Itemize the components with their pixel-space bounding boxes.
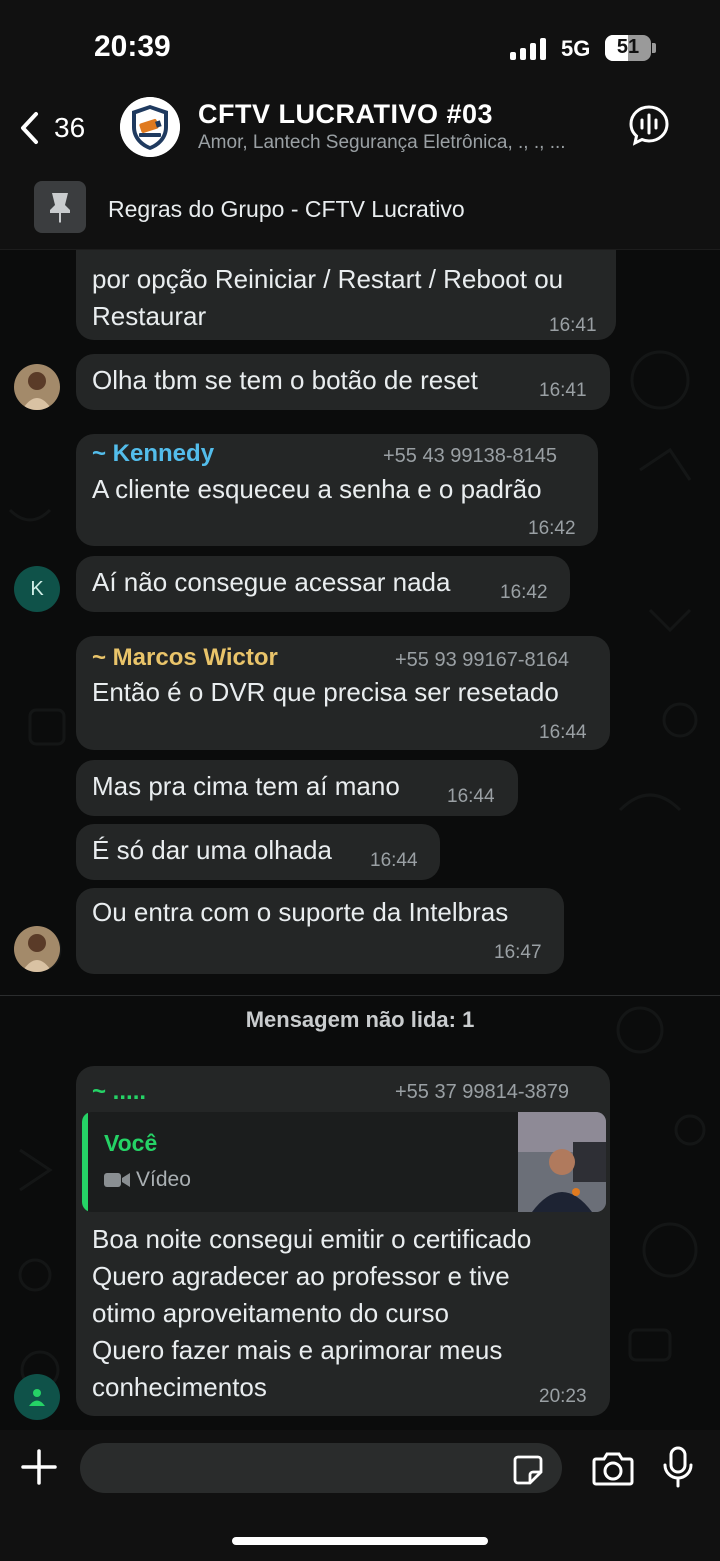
status-bar: 20:39 5G 51: [0, 0, 720, 96]
message-time: 16:44: [539, 722, 587, 743]
battery-icon: 51: [605, 35, 651, 61]
sender-avatar[interactable]: [14, 1374, 60, 1420]
quoted-message[interactable]: Você Vídeo: [82, 1112, 606, 1212]
message-text: Ou entra com o suporte da Intelbras: [92, 897, 509, 927]
message-bubble[interactable]: por opção Reiniciar / Restart / Reboot o…: [76, 250, 616, 340]
message-text: Aí não consegue acessar nada: [92, 567, 451, 597]
group-members[interactable]: Amor, Lantech Segurança Eletrônica, ., .…: [198, 132, 613, 154]
sender-name[interactable]: ~ Kennedy: [92, 440, 214, 468]
message-text: Boa noite consegui emitir o certificado …: [92, 1224, 532, 1402]
quote-accent-bar: [82, 1112, 88, 1212]
message-bubble[interactable]: Mas pra cima tem aí mano 16:44: [76, 760, 518, 816]
message-time: 16:42: [500, 582, 548, 603]
message-time: 16:41: [539, 380, 587, 401]
sender-phone: +55 93 99167-8164: [395, 649, 570, 671]
pinned-message-bar[interactable]: Regras do Grupo - CFTV Lucrativo: [0, 176, 720, 250]
unread-label: Mensagem não lida: 1: [245, 1007, 475, 1032]
plus-icon[interactable]: [20, 1448, 58, 1486]
message-bubble[interactable]: Ou entra com o suporte da Intelbras 16:4…: [76, 888, 564, 974]
video-icon: [104, 1173, 130, 1187]
message-text: Então é o DVR que precisa ser resetado: [92, 677, 559, 707]
pinned-text: Regras do Grupo - CFTV Lucrativo: [108, 196, 465, 222]
pin-icon: [34, 181, 86, 233]
message-time: 16:47: [494, 942, 542, 963]
signal-icon: [510, 38, 546, 60]
message-text: por opção Reiniciar / Restart / Reboot o…: [92, 264, 564, 331]
sender-name[interactable]: ~ .....: [92, 1078, 146, 1106]
camera-icon[interactable]: [592, 1450, 634, 1486]
message-bubble[interactable]: ~ Kennedy +55 43 99138-8145 A cliente es…: [76, 434, 598, 546]
message-time: 16:41: [549, 315, 597, 336]
sender-phone: +55 43 99138-8145: [383, 445, 558, 467]
message-time: 16:42: [528, 518, 576, 539]
microphone-icon[interactable]: [662, 1446, 694, 1488]
back-button[interactable]: 36: [18, 110, 85, 146]
sender-phone: +55 37 99814-3879: [395, 1081, 570, 1103]
quote-type: Vídeo: [104, 1168, 191, 1192]
group-avatar[interactable]: [120, 97, 180, 157]
message-bubble[interactable]: ~ Marcos Wictor +55 93 99167-8164 Então …: [76, 636, 610, 750]
network-type: 5G: [561, 36, 591, 61]
chat-header: 36 CFTV LUCRATIVO #03 Amor, Lantech Segu…: [0, 96, 720, 176]
quote-author: Você: [104, 1130, 158, 1156]
sender-name[interactable]: ~ Marcos Wictor: [92, 644, 278, 672]
message-time: 16:44: [370, 850, 418, 871]
message-bubble[interactable]: Aí não consegue acessar nada 16:42: [76, 556, 570, 612]
message-time: 20:23: [539, 1386, 587, 1407]
message-text: Mas pra cima tem aí mano: [92, 771, 400, 801]
message-text: É só dar uma olhada: [92, 835, 332, 865]
quote-type-label: Vídeo: [136, 1168, 191, 1191]
message-bubble[interactable]: ~ ..... +55 37 99814-3879 Você Vídeo Boa: [76, 1066, 610, 1416]
avatar-letter: K: [30, 577, 44, 600]
status-time: 20:39: [94, 30, 171, 63]
person-icon: [29, 1389, 45, 1406]
message-text: A cliente esqueceu a senha e o padrão: [92, 474, 542, 504]
sender-avatar[interactable]: [14, 364, 60, 410]
chevron-left-icon: [21, 112, 38, 144]
unread-divider: [0, 995, 720, 996]
home-indicator: [232, 1537, 488, 1545]
message-time: 16:44: [447, 786, 495, 807]
shield-camera-icon: [120, 97, 180, 157]
message-text: Olha tbm se tem o botão de reset: [92, 365, 478, 395]
battery-level: 51: [616, 36, 640, 58]
unread-chats-count: 36: [54, 112, 86, 143]
message-bubble[interactable]: É só dar uma olhada 16:44: [76, 824, 440, 880]
message-bubble[interactable]: Olha tbm se tem o botão de reset 16:41: [76, 354, 610, 410]
sender-avatar[interactable]: [14, 926, 60, 972]
message-list[interactable]: por opção Reiniciar / Restart / Reboot o…: [0, 250, 720, 1430]
sticker-icon[interactable]: [512, 1454, 544, 1486]
audio-waveform-icon[interactable]: [628, 104, 670, 146]
battery-tip: [652, 43, 656, 53]
composer-bar: [0, 1430, 720, 1561]
group-title[interactable]: CFTV LUCRATIVO #03: [198, 99, 493, 130]
message-input[interactable]: [80, 1443, 562, 1493]
video-thumbnail: [518, 1112, 606, 1212]
sender-avatar[interactable]: K: [14, 566, 60, 612]
